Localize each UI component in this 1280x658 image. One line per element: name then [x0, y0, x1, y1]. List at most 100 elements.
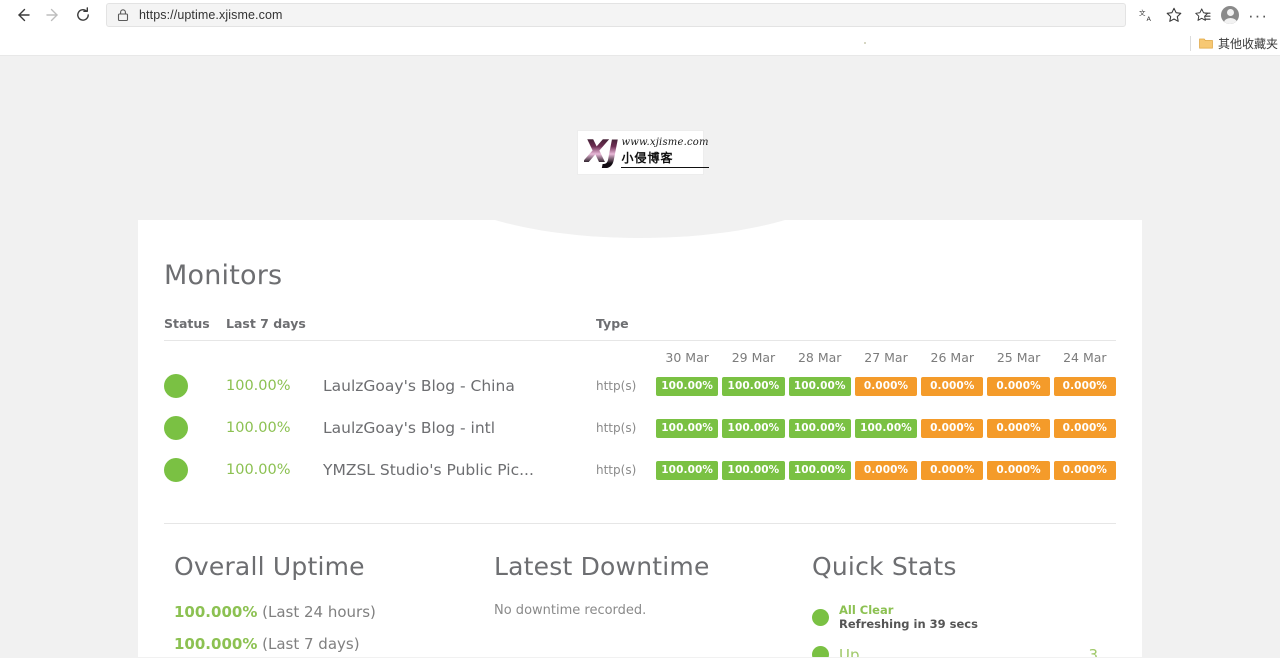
- settings-and-more-button[interactable]: ···: [1244, 1, 1272, 29]
- history-bar[interactable]: 100.00%: [788, 460, 851, 480]
- site-logo[interactable]: XJ www.xjisme.com 小侵博客: [577, 130, 709, 175]
- forward-button[interactable]: [38, 0, 68, 30]
- overall-uptime-entry: 100.000% (Last 24 hours): [174, 603, 494, 621]
- history-date-label: 30 Mar: [665, 350, 709, 365]
- history-bar[interactable]: 0.000%: [854, 376, 918, 396]
- quick-stats-all-clear: All Clear Refreshing in 39 secs: [812, 603, 1106, 632]
- monitor-type: http(s): [596, 379, 637, 393]
- summary-sections: Overall Uptime 100.000% (Last 24 hours) 1…: [164, 552, 1116, 657]
- monitor-history-bars: 100.00% 100.00% 100.00% 100.00% 0.000% 0.000%…: [656, 418, 1116, 438]
- other-favorites-label[interactable]: 其他收藏夹: [1218, 35, 1278, 52]
- history-bar[interactable]: 0.000%: [987, 460, 1050, 480]
- monitor-status-dot-icon: [164, 458, 188, 482]
- monitor-status-cell: [164, 374, 226, 398]
- overall-uptime-period: (Last 7 days): [257, 635, 360, 653]
- bookmarks-bar: 其他收藏夹: [0, 30, 1280, 56]
- monitors-table: Status Last 7 days Type 30 Mar 29 Mar 28 M…: [164, 316, 1116, 491]
- quick-stats-section: Quick Stats All Clear Refreshing in 39 s…: [812, 552, 1106, 657]
- logo-url-text: www.xjisme.com: [621, 137, 709, 148]
- quick-stats-up-row: Up 3: [812, 646, 1106, 657]
- history-bar[interactable]: 0.000%: [1053, 460, 1116, 480]
- bookmark-separator: [1189, 35, 1191, 51]
- history-bar[interactable]: 0.000%: [921, 460, 984, 480]
- history-dates-grid: 30 Mar 29 Mar 28 Mar 27 Mar 26 Mar 25 Mar 24 M…: [656, 350, 1116, 365]
- add-favorite-button[interactable]: [1160, 1, 1188, 29]
- monitor-row[interactable]: 100.00% LaulzGoay's Blog - China http(s) 10…: [164, 365, 1116, 407]
- monitor-uptime-percent: 100.00%: [226, 378, 291, 394]
- monitor-type: http(s): [596, 463, 637, 477]
- history-date-label: 25 Mar: [996, 350, 1041, 365]
- monitors-table-header: Status Last 7 days Type: [164, 316, 1116, 341]
- quick-stats-title: Quick Stats: [812, 552, 957, 581]
- folder-icon: [1199, 38, 1213, 49]
- history-bar[interactable]: 0.000%: [987, 376, 1050, 396]
- history-bar[interactable]: 0.000%: [921, 376, 984, 396]
- status-page-card: Monitors Status Last 7 days Type 30 Mar 2…: [138, 220, 1142, 657]
- up-count: 3: [1088, 645, 1098, 657]
- page-artifact-dot: [864, 42, 866, 44]
- page-title: Monitors: [164, 260, 283, 291]
- overall-uptime-entry: 100.000% (Last 7 days): [174, 635, 494, 653]
- profile-avatar-icon: [1221, 6, 1239, 24]
- history-bar[interactable]: 100.00%: [656, 460, 719, 480]
- back-arrow-icon: [18, 8, 30, 22]
- history-bar[interactable]: 0.000%: [1053, 376, 1116, 396]
- history-date-label: 29 Mar: [731, 350, 776, 365]
- section-divider: [164, 523, 1116, 524]
- monitor-type: http(s): [596, 421, 637, 435]
- history-bar[interactable]: 0.000%: [1053, 418, 1116, 438]
- monitor-status-cell: [164, 458, 226, 482]
- collections-button[interactable]: [1188, 1, 1216, 29]
- monitor-name[interactable]: LaulzGoay's Blog - intl: [323, 419, 596, 437]
- reload-icon: [77, 7, 89, 21]
- history-bar[interactable]: 0.000%: [987, 418, 1050, 438]
- history-bar[interactable]: 100.00%: [854, 418, 918, 438]
- up-row-content: Up 3: [839, 646, 1106, 657]
- latest-downtime-title: Latest Downtime: [494, 552, 710, 581]
- monitor-row[interactable]: 100.00% LaulzGoay's Blog - intl http(s) 100…: [164, 407, 1116, 449]
- svg-text:A: A: [1146, 15, 1151, 23]
- up-label: Up: [839, 645, 860, 657]
- all-clear-texts: All Clear Refreshing in 39 secs: [839, 603, 978, 632]
- browser-toolbar: https://uptime.xjisme.com 文 A ···: [0, 0, 1280, 30]
- monitor-name[interactable]: LaulzGoay's Blog - China: [323, 377, 596, 395]
- history-date-row: 30 Mar 29 Mar 28 Mar 27 Mar 26 Mar 25 Mar 24 M…: [164, 350, 1116, 365]
- reload-button[interactable]: [68, 0, 98, 30]
- column-header-last-7-days: Last 7 days: [226, 316, 306, 331]
- history-bar[interactable]: 100.00%: [722, 418, 785, 438]
- history-bar[interactable]: 100.00%: [656, 376, 719, 396]
- history-bar[interactable]: 100.00%: [656, 418, 719, 438]
- latest-downtime-section: Latest Downtime No downtime recorded.: [494, 552, 812, 657]
- history-bar[interactable]: 100.00%: [722, 460, 785, 480]
- history-bar[interactable]: 100.00%: [788, 418, 851, 438]
- page-body: XJ www.xjisme.com 小侵博客 Monitors Status L…: [0, 56, 1280, 657]
- latest-downtime-message: No downtime recorded.: [494, 603, 647, 618]
- history-bar[interactable]: 0.000%: [854, 460, 918, 480]
- history-bar[interactable]: 0.000%: [921, 418, 984, 438]
- profile-button[interactable]: [1216, 1, 1244, 29]
- column-header-type: Type: [596, 316, 629, 331]
- logo-mark-text: XJ: [584, 137, 621, 168]
- overall-uptime-value: 100.000%: [174, 603, 258, 621]
- monitor-history-bars: 100.00% 100.00% 100.00% 0.000% 0.000% 0.000% 0…: [656, 376, 1116, 396]
- translate-button[interactable]: 文 A: [1132, 1, 1160, 29]
- back-button[interactable]: [8, 0, 38, 30]
- overall-uptime-title: Overall Uptime: [174, 552, 365, 581]
- monitor-name[interactable]: YMZSL Studio's Public Pic...: [323, 461, 596, 479]
- monitor-row[interactable]: 100.00% YMZSL Studio's Public Pic... http(…: [164, 449, 1116, 491]
- other-favorites-entry[interactable]: 其他收藏夹: [1189, 30, 1280, 56]
- monitor-status-dot-icon: [164, 374, 188, 398]
- history-bar[interactable]: 100.00%: [788, 376, 851, 396]
- refresh-countdown-label: Refreshing in 39 secs: [839, 617, 978, 632]
- monitor-uptime-percent: 100.00%: [226, 462, 291, 478]
- svg-text:文: 文: [1139, 8, 1146, 17]
- up-status-dot-icon: [812, 646, 829, 657]
- overall-uptime-period: (Last 24 hours): [257, 603, 376, 621]
- star-icon: [1166, 7, 1182, 22]
- address-bar-url[interactable]: https://uptime.xjisme.com: [139, 8, 283, 22]
- address-bar[interactable]: https://uptime.xjisme.com: [106, 3, 1126, 27]
- history-date-label: 24 Mar: [1063, 350, 1107, 365]
- monitor-status-dot-icon: [164, 416, 188, 440]
- monitor-status-cell: [164, 416, 226, 440]
- history-bar[interactable]: 100.00%: [722, 376, 785, 396]
